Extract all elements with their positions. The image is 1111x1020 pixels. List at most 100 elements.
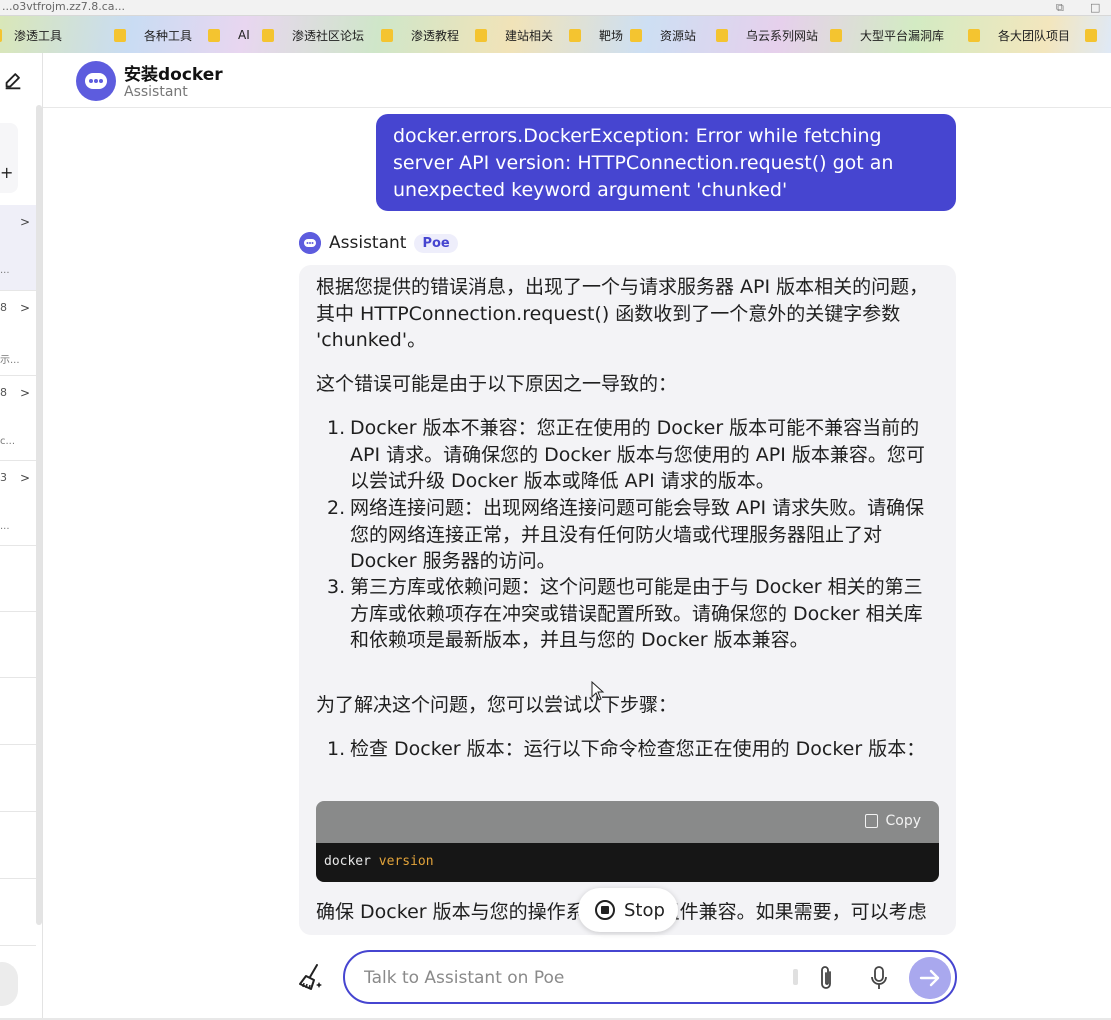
chat-history-item[interactable] bbox=[0, 612, 36, 678]
chevron-right-icon: > bbox=[19, 471, 30, 485]
bot-avatar[interactable] bbox=[76, 61, 116, 101]
bookmark-label: 大型平台漏洞库 bbox=[860, 28, 945, 43]
new-chat-icon[interactable] bbox=[2, 70, 24, 92]
message-input[interactable] bbox=[364, 965, 784, 991]
chat-date: 8 bbox=[0, 386, 7, 399]
chat-header: 安装docker Assistant bbox=[43, 53, 1111, 108]
folder-icon bbox=[716, 28, 728, 42]
list-number: 1. bbox=[327, 417, 346, 439]
code-block-header: Copy bbox=[316, 801, 939, 843]
chat-date: 8 bbox=[0, 301, 7, 314]
chat-history-item[interactable]: 8 > 示... bbox=[0, 291, 36, 376]
new-chat-card[interactable] bbox=[0, 123, 18, 193]
bookmark-label: 靶场 bbox=[599, 28, 624, 43]
composer-resize-handle[interactable] bbox=[793, 969, 798, 985]
bookmark-item[interactable]: 资源站 bbox=[630, 26, 696, 44]
list-text: 第三方库或依赖问题：这个问题也可能是由于与 Docker 相关的第三方库或依赖项… bbox=[350, 576, 923, 651]
bookmark-item[interactable]: 各种工具 bbox=[114, 26, 192, 44]
chevron-right-icon: > bbox=[19, 386, 30, 400]
microphone-icon[interactable] bbox=[867, 964, 891, 992]
folder-icon bbox=[262, 28, 274, 42]
clear-context-broom-icon[interactable] bbox=[297, 962, 327, 992]
copy-button[interactable]: Copy bbox=[865, 813, 921, 829]
bookmark-item[interactable]: 靶场 bbox=[569, 26, 623, 44]
bot-mini-avatar bbox=[299, 232, 321, 254]
plus-icon[interactable]: + bbox=[0, 163, 13, 182]
message-paragraph: 为了解决这个问题，您可以尝试以下步骤： bbox=[316, 694, 678, 716]
chat-history-item[interactable]: > ... bbox=[0, 205, 36, 291]
bookmark-item[interactable]: AI bbox=[208, 26, 250, 44]
bookmark-item[interactable]: 渗透教程 bbox=[381, 26, 459, 44]
bookmark-label: 乌云系列网站 bbox=[746, 28, 819, 43]
chat-history-item[interactable] bbox=[0, 812, 36, 879]
list-text: 网络连接问题：出现网络连接问题可能会导致 API 请求失败。请确保您的网络连接正… bbox=[350, 497, 925, 572]
assistant-label-row: Assistant Poe bbox=[299, 231, 458, 255]
bookmark-label: AI bbox=[238, 28, 250, 42]
bookmark-label: 渗透社区论坛 bbox=[292, 28, 365, 43]
list-item: 1. Docker 版本不兼容：您正在使用的 Docker 版本可能不兼容当前的… bbox=[327, 415, 937, 495]
paperclip-icon[interactable] bbox=[814, 964, 838, 992]
folder-icon bbox=[0, 28, 2, 42]
chat-preview: 示... bbox=[0, 355, 20, 366]
stop-button[interactable]: Stop bbox=[578, 888, 678, 932]
copy-label: Copy bbox=[885, 813, 921, 829]
list-text: Docker 版本不兼容：您正在使用的 Docker 版本可能不兼容当前的 AP… bbox=[350, 417, 925, 492]
chat-history-sidebar: + > ... 8 > 示... 8 > c... 3 > ... bbox=[0, 53, 43, 1020]
folder-icon bbox=[569, 28, 581, 42]
chat-history-item[interactable] bbox=[0, 745, 36, 812]
chat-date: 3 bbox=[0, 471, 7, 484]
bookmark-label: 渗透教程 bbox=[411, 28, 460, 43]
folder-icon bbox=[968, 28, 980, 42]
address-bar[interactable]: ...o3vtfrojm.zz7.8.ca... bbox=[0, 0, 1111, 16]
window-maximize-icon[interactable]: □ bbox=[1090, 1, 1100, 14]
code-block: Copy docker version bbox=[316, 801, 939, 882]
window-restore-icon[interactable]: ⧉ bbox=[1056, 1, 1064, 15]
bookmark-label: 资源站 bbox=[660, 28, 697, 43]
message-composer bbox=[343, 950, 957, 1004]
bookmark-item[interactable]: 各大团队项目 bbox=[968, 26, 1070, 44]
sidebar-scrollbar[interactable] bbox=[36, 105, 42, 925]
folder-icon bbox=[381, 28, 393, 42]
bookmark-label: 各大团队项目 bbox=[998, 28, 1071, 43]
chat-history-item[interactable]: 8 > c... bbox=[0, 376, 36, 461]
robot-icon bbox=[85, 73, 107, 89]
copy-icon bbox=[865, 814, 879, 828]
chat-preview: ... bbox=[0, 521, 10, 532]
message-paragraph: 这个错误可能是由于以下原因之一导致的： bbox=[316, 373, 678, 395]
code-content: docker version bbox=[316, 843, 939, 882]
chevron-right-icon: > bbox=[19, 215, 30, 229]
bookmark-item[interactable]: 建站相关 bbox=[475, 26, 553, 44]
bookmark-label: 建站相关 bbox=[505, 28, 554, 43]
assistant-name[interactable]: Assistant bbox=[329, 233, 406, 253]
bookmark-label: 渗透工具 bbox=[14, 28, 63, 43]
bot-name-subtitle: Assistant bbox=[124, 84, 188, 100]
folder-icon bbox=[475, 28, 487, 42]
url-text: ...o3vtfrojm.zz7.8.ca... bbox=[2, 0, 126, 13]
chat-history-item[interactable] bbox=[0, 879, 36, 946]
stop-label: Stop bbox=[624, 899, 665, 921]
chat-preview: c... bbox=[0, 436, 16, 447]
list-item: 2. 网络连接问题：出现网络连接问题可能会导致 API 请求失败。请确保您的网络… bbox=[327, 495, 937, 575]
mouse-cursor-icon bbox=[591, 681, 605, 701]
folder-icon bbox=[208, 28, 220, 42]
profile-button[interactable] bbox=[0, 962, 18, 1006]
list-text: 检查 Docker 版本：运行以下命令检查您正在使用的 Docker 版本： bbox=[350, 738, 926, 760]
chat-history-item[interactable] bbox=[0, 678, 36, 745]
chat-title[interactable]: 安装docker bbox=[124, 60, 223, 85]
send-arrow-icon[interactable] bbox=[909, 957, 951, 999]
bookmark-item[interactable] bbox=[1085, 26, 1111, 44]
bookmark-item[interactable]: 大型平台漏洞库 bbox=[830, 26, 944, 44]
list-number: 3. bbox=[327, 576, 346, 598]
message-paragraph: 根据您提供的错误消息，出现了一个与请求服务器 API 版本相关的问题，其中 HT… bbox=[316, 276, 929, 351]
bookmark-item[interactable]: 渗透社区论坛 bbox=[262, 26, 364, 44]
list-item: 3. 第三方库或依赖问题：这个问题也可能是由于与 Docker 相关的第三方库或… bbox=[327, 574, 937, 654]
bookmarks-bar: 渗透工具 各种工具 AI 渗透社区论坛 渗透教程 建站相关 靶场 资源站 乌云系… bbox=[0, 16, 1111, 53]
bookmark-item[interactable]: 乌云系列网站 bbox=[716, 26, 818, 44]
bookmark-item[interactable]: 渗透工具 bbox=[0, 26, 62, 44]
folder-icon bbox=[830, 28, 842, 42]
stop-icon bbox=[595, 900, 615, 920]
user-message: docker.errors.DockerException: Error whi… bbox=[376, 114, 956, 211]
chat-history-item[interactable]: 3 > ... bbox=[0, 461, 36, 546]
chat-history-item[interactable] bbox=[0, 546, 36, 612]
chat-preview: ... bbox=[0, 265, 10, 276]
